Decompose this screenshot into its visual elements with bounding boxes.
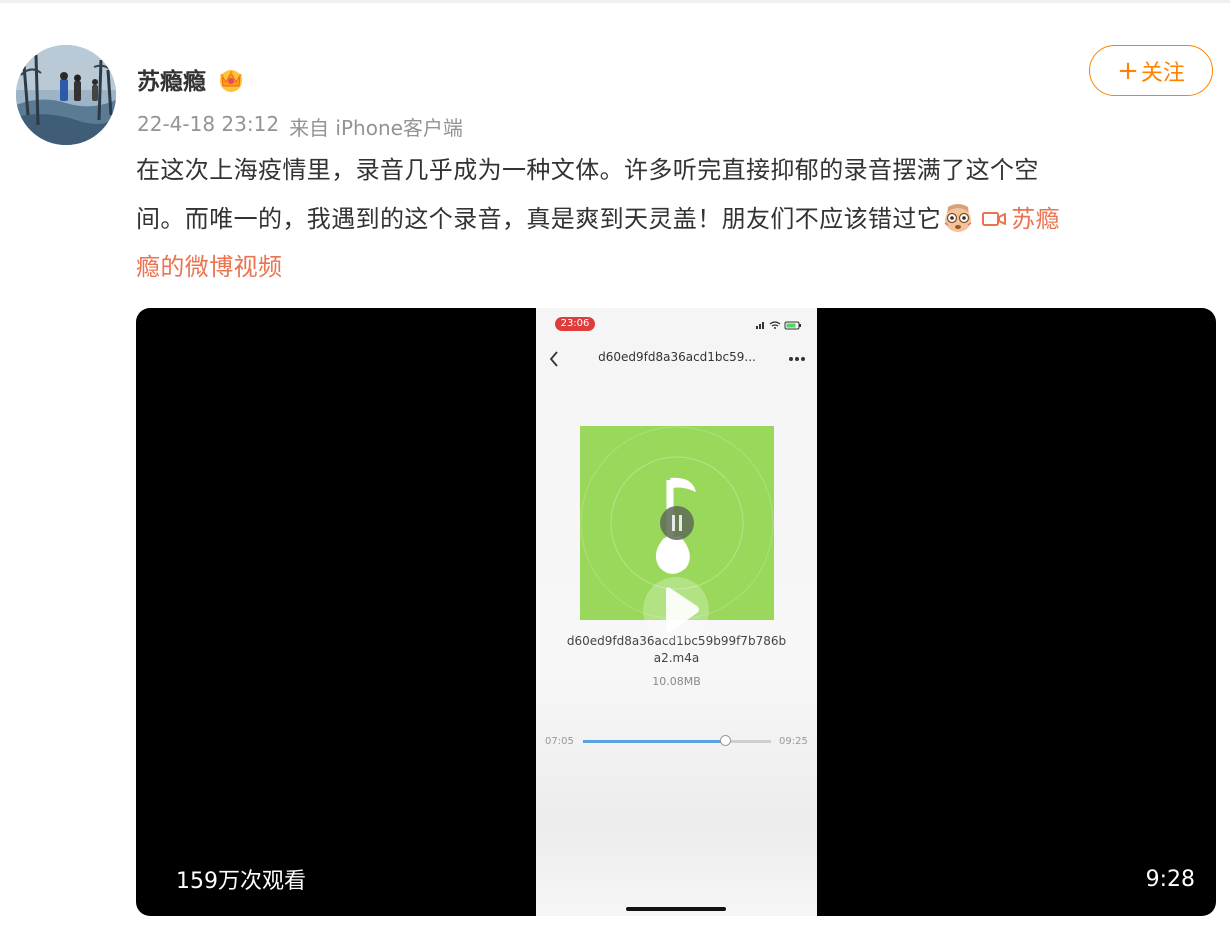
phone-file-size: 10.08MB bbox=[652, 675, 701, 688]
phone-progress-bar bbox=[583, 735, 771, 746]
post-text-line-3: 瘾的微博视频 bbox=[136, 243, 1206, 292]
phone-elapsed-time: 07:05 bbox=[545, 736, 574, 747]
crown-vip-icon[interactable] bbox=[216, 65, 246, 93]
post-text: 在这次上海疫情里，录音几乎成为一种文体。许多听完直接抑郁的录音摆满了这个空 间。… bbox=[136, 146, 1206, 292]
follow-button[interactable]: + 关注 bbox=[1089, 45, 1213, 96]
post-source: 来自 iPhone客户端 bbox=[289, 116, 463, 140]
play-icon[interactable] bbox=[642, 576, 710, 644]
post-text-line-2-text: 间。而唯一的，我遇到的这个录音，真是爽到天灵盖！朋友们不应该错过它 bbox=[136, 204, 942, 233]
plus-icon: + bbox=[1117, 55, 1139, 86]
video-camera-icon bbox=[982, 211, 1007, 226]
post-meta: 22-4-18 23:12 来自 iPhone客户端 bbox=[137, 112, 463, 141]
more-dots-icon bbox=[789, 357, 805, 361]
phone-total-time: 09:25 bbox=[779, 736, 808, 747]
video-player[interactable]: 23:06 d60ed9fd8a36acd1bc59... d60ed9fd8a… bbox=[136, 308, 1216, 916]
status-time: 23:06 bbox=[555, 317, 595, 331]
top-divider bbox=[0, 0, 1230, 3]
post-text-line-2: 间。而唯一的，我遇到的这个录音，真是爽到天灵盖！朋友们不应该错过它 苏瘾 bbox=[136, 195, 1206, 244]
awkward-face-emoji-icon bbox=[944, 203, 972, 232]
phone-progress-fill bbox=[583, 740, 725, 743]
username[interactable]: 苏瘾瘾 bbox=[137, 62, 206, 96]
status-signal-wifi-battery-icon bbox=[756, 321, 801, 330]
phone-file-title: d60ed9fd8a36acd1bc59... bbox=[598, 350, 756, 364]
avatar[interactable] bbox=[16, 45, 116, 145]
video-link-text-2[interactable]: 瘾的微博视频 bbox=[136, 253, 282, 281]
video-link[interactable]: 苏瘾 bbox=[975, 205, 1060, 233]
video-duration: 9:28 bbox=[1145, 867, 1195, 892]
post-timestamp[interactable]: 22-4-18 23:12 bbox=[137, 112, 279, 141]
status-bar: 23:06 bbox=[536, 308, 817, 338]
post-text-line-1: 在这次上海疫情里，录音几乎成为一种文体。许多听完直接抑郁的录音摆满了这个空 bbox=[136, 156, 1039, 184]
back-chevron-icon bbox=[549, 351, 558, 367]
follow-label: 关注 bbox=[1140, 60, 1185, 86]
video-view-count: 159万次观看 bbox=[176, 869, 306, 894]
video-link-text-1: 苏瘾 bbox=[1011, 204, 1061, 233]
phone-progress-thumb bbox=[719, 735, 731, 746]
name-row: 苏瘾瘾 bbox=[137, 62, 246, 96]
home-indicator bbox=[626, 907, 726, 911]
phone-nav-bar: d60ed9fd8a36acd1bc59... bbox=[536, 344, 817, 374]
avatar-photo bbox=[16, 45, 116, 145]
